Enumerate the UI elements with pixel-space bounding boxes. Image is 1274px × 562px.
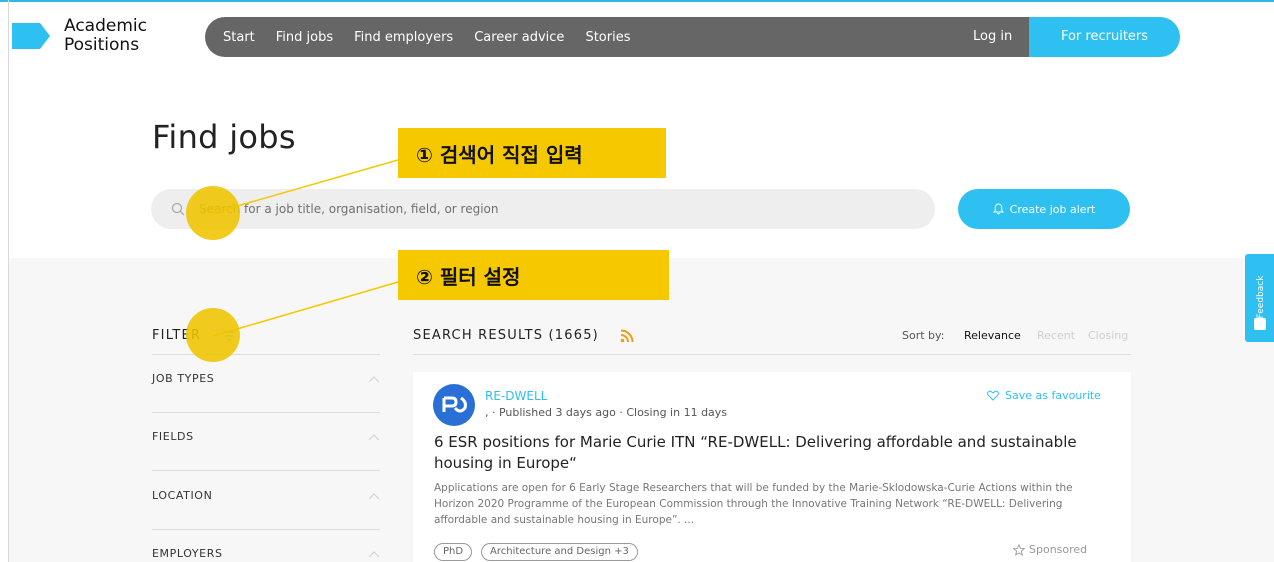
job-description: Applications are open for 6 Early Stage …	[434, 482, 1073, 526]
filter-location[interactable]: LOCATION	[152, 489, 212, 502]
top-accent-line	[0, 0, 1274, 2]
sort-relevance[interactable]: Relevance	[964, 329, 1021, 342]
annotation-label-search: ① 검색어 직접 입력	[398, 128, 666, 178]
filter-divider	[152, 354, 380, 355]
filter-employers[interactable]: EMPLOYERS	[152, 547, 223, 560]
job-title-link[interactable]: 6 ESR positions for Marie Curie ITN “RE-…	[434, 432, 1104, 474]
sponsored-badge: Sponsored	[1013, 543, 1087, 556]
filter-job-types[interactable]: JOB TYPES	[152, 372, 214, 385]
chevron-up-icon[interactable]	[368, 492, 380, 500]
search-input[interactable]	[199, 189, 919, 229]
logo-text[interactable]: Academic Positions	[64, 17, 147, 55]
search-icon	[171, 202, 185, 216]
save-favourite-label: Save as favourite	[1005, 389, 1101, 402]
login-link[interactable]: Log in	[973, 17, 1012, 57]
feedback-icon	[1254, 318, 1266, 330]
job-meta: , · Published 3 days ago · Closing in 11…	[485, 406, 728, 419]
search-results-heading: SEARCH RESULTS (1665)	[413, 328, 599, 343]
sort-closing[interactable]: Closing	[1088, 329, 1128, 342]
results-divider	[413, 354, 1131, 355]
create-job-alert-label: Create job alert	[1009, 202, 1096, 216]
logo-line2: Positions	[64, 35, 140, 55]
sort-label: Sort by:	[902, 329, 945, 342]
nav-career-advice[interactable]: Career advice	[474, 30, 564, 45]
main-nav: Start Find jobs Find employers Career ad…	[205, 17, 1035, 57]
tag-phd[interactable]: PhD	[434, 543, 473, 561]
rss-icon[interactable]	[620, 329, 634, 343]
job-card[interactable]: RE-DWELL , · Published 3 days ago · Clos…	[413, 372, 1131, 562]
nav-find-jobs[interactable]: Find jobs	[276, 30, 333, 45]
annotation-label-filter: ② 필터 설정	[398, 250, 669, 300]
bell-icon	[992, 203, 1004, 215]
sponsored-label: Sponsored	[1029, 543, 1088, 556]
sort-recent[interactable]: Recent	[1037, 329, 1075, 342]
nav-stories[interactable]: Stories	[585, 30, 630, 45]
chevron-up-icon[interactable]	[368, 375, 380, 383]
filter-divider	[152, 412, 380, 413]
chevron-up-icon[interactable]	[368, 433, 380, 441]
employer-name-link[interactable]: RE-DWELL	[485, 389, 547, 403]
filter-divider	[152, 529, 380, 530]
filter-divider	[152, 470, 380, 471]
chevron-up-icon[interactable]	[368, 550, 380, 558]
create-job-alert-button[interactable]: Create job alert	[958, 189, 1130, 229]
logo-icon[interactable]	[12, 23, 50, 49]
annotation-marker-2	[186, 308, 240, 362]
save-favourite-button[interactable]: Save as favourite	[987, 389, 1101, 402]
page-title: Find jobs	[152, 118, 296, 156]
filter-fields[interactable]: FIELDS	[152, 430, 194, 443]
for-recruiters-button[interactable]: For recruiters	[1029, 17, 1180, 57]
heart-icon	[987, 390, 999, 401]
feedback-tab[interactable]: Feedback	[1245, 254, 1274, 342]
logo-line1: Academic	[64, 16, 147, 36]
feedback-label: Feedback	[1256, 275, 1266, 319]
annotation-marker-1	[186, 186, 240, 240]
search-bar[interactable]	[151, 189, 935, 229]
star-icon	[1013, 543, 1025, 556]
nav-start[interactable]: Start	[223, 30, 255, 45]
nav-find-employers[interactable]: Find employers	[354, 30, 453, 45]
employer-logo[interactable]	[433, 384, 475, 426]
tag-field[interactable]: Architecture and Design +3	[481, 543, 638, 561]
